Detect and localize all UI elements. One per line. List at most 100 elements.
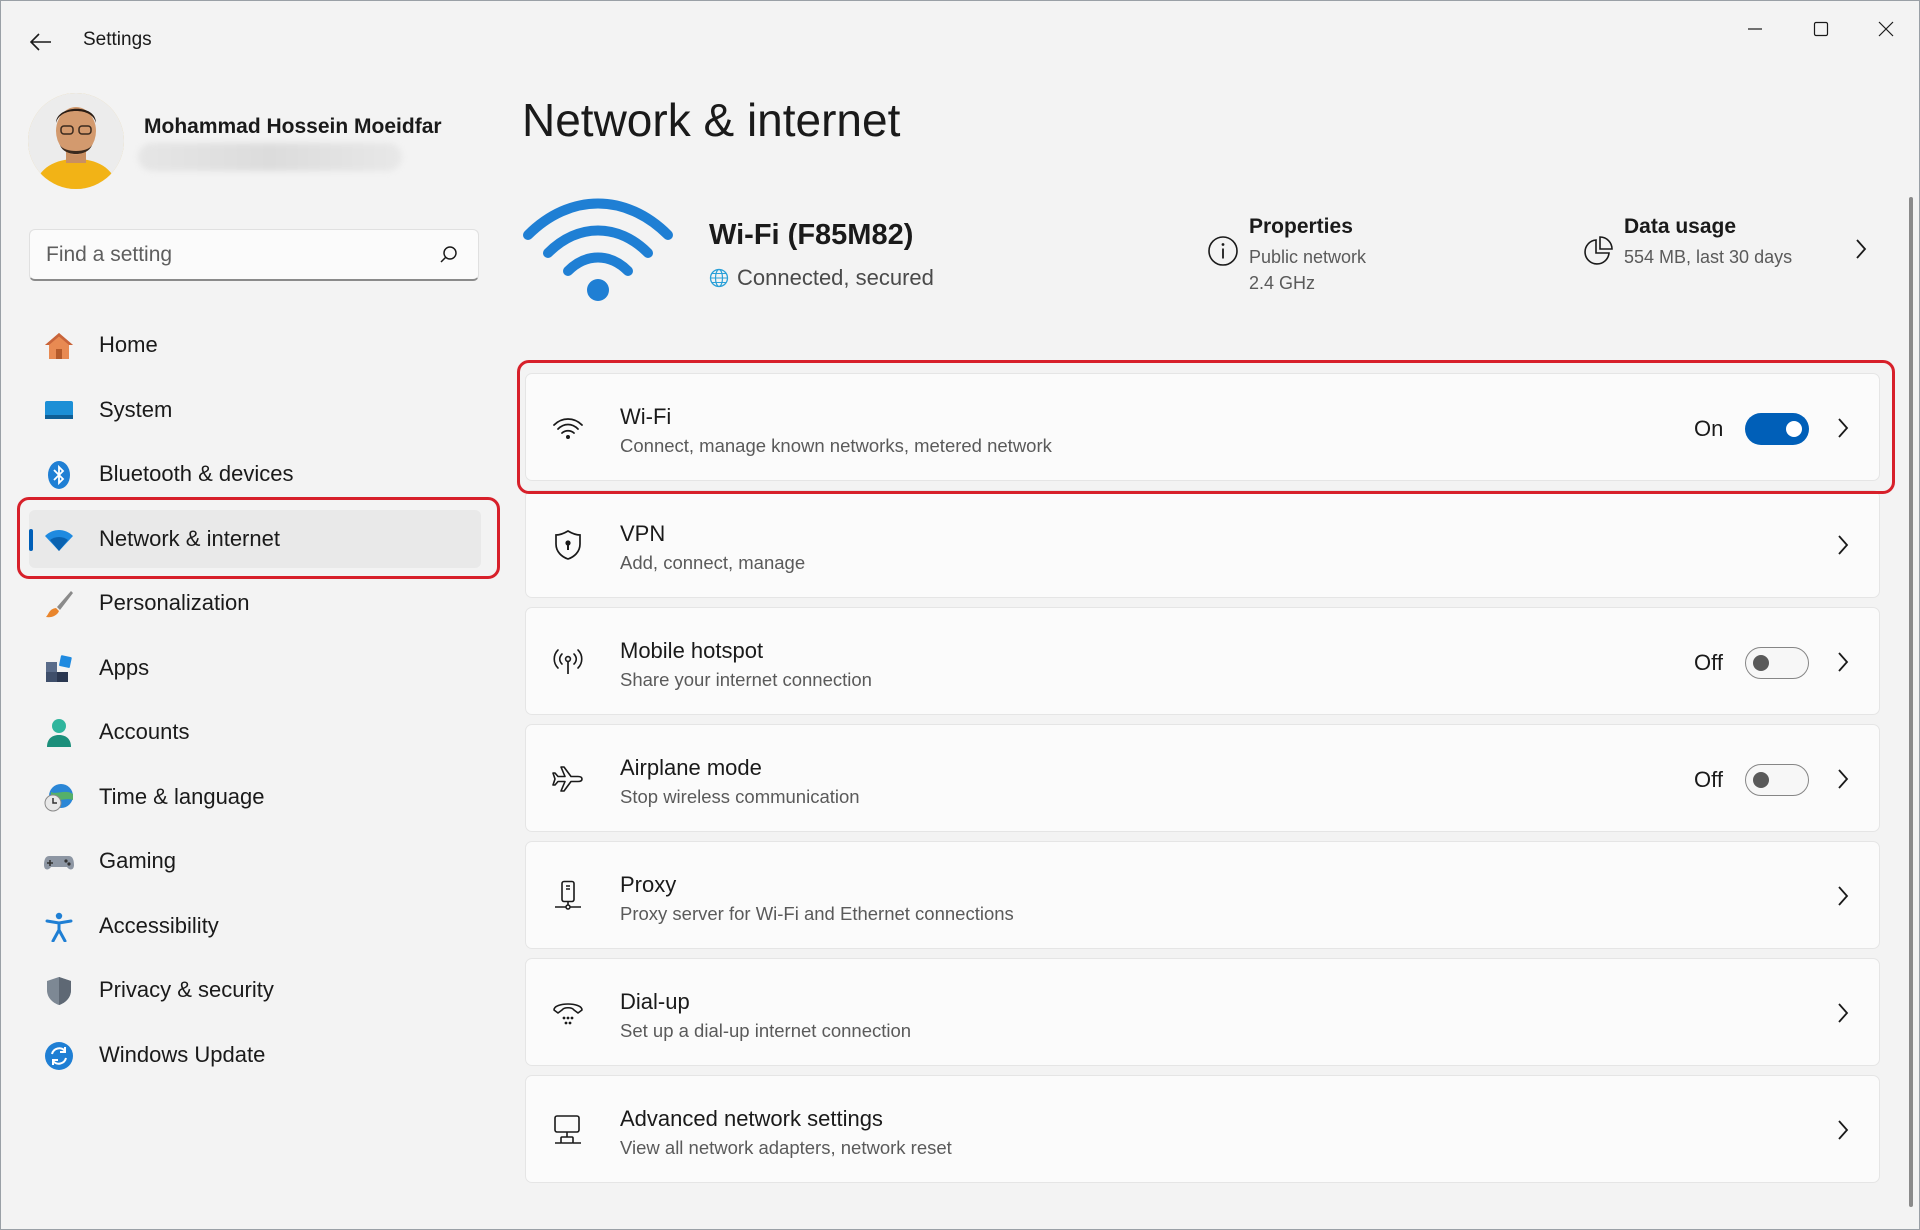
sidebar-item-label: System (99, 396, 173, 422)
airplane-toggle-state: Off (1694, 767, 1723, 792)
advanced-network-card[interactable]: Advanced network settings View all netwo… (525, 1075, 1880, 1183)
chevron-right-icon[interactable] (1834, 416, 1852, 440)
sidebar-item-system[interactable]: System (29, 381, 481, 439)
chevron-right-icon[interactable] (1852, 237, 1870, 261)
proxy-icon (552, 880, 584, 912)
sidebar-item-label: Accounts (99, 719, 190, 744)
card-title: VPN (620, 521, 666, 546)
title-bar: Settings (1, 1, 1919, 81)
data-usage-title: Data usage (1624, 215, 1737, 238)
connection-status-text: Connected, secured (737, 265, 934, 290)
globe-icon (709, 268, 729, 288)
wifi-card[interactable]: Wi-Fi Connect, manage known networks, me… (525, 373, 1880, 481)
card-title: Wi-Fi (620, 404, 672, 429)
properties-link[interactable]: Properties Public network 2.4 GHz (1207, 215, 1507, 305)
chevron-right-icon[interactable] (1834, 533, 1852, 557)
pie-chart-icon (1584, 236, 1613, 265)
sidebar-item-privacy[interactable]: Privacy & security (29, 961, 481, 1019)
properties-band: 2.4 GHz (1249, 273, 1316, 293)
chevron-right-icon[interactable] (1834, 1118, 1852, 1142)
sidebar-item-gaming[interactable]: Gaming (29, 832, 481, 890)
settings-list: Wi-Fi Connect, manage known networks, me… (525, 373, 1880, 1192)
card-title: Mobile hotspot (620, 638, 764, 663)
sidebar-item-label: Bluetooth & devices (99, 461, 294, 486)
sidebar-item-windows-update[interactable]: Windows Update (29, 1026, 481, 1084)
system-icon (43, 396, 75, 426)
chevron-right-icon[interactable] (1834, 650, 1852, 674)
close-icon (1878, 21, 1894, 37)
chevron-right-icon[interactable] (1834, 884, 1852, 908)
connection-summary: Wi-Fi (F85M82) Connected, secured Proper… (522, 191, 1877, 311)
card-subtitle: Connect, manage known networks, metered … (620, 435, 1052, 456)
profile-name: Mohammad Hossein Moeidfar (144, 115, 442, 138)
chevron-right-icon[interactable] (1834, 1001, 1852, 1025)
avatar (28, 93, 124, 189)
wifi-toggle[interactable] (1745, 413, 1809, 445)
page-title: Network & internet (522, 94, 901, 146)
minimize-button[interactable] (1727, 9, 1783, 49)
scrollbar[interactable] (1909, 197, 1913, 1207)
sidebar-item-label: Accessibility (99, 912, 219, 938)
sidebar-item-label: Network & internet (99, 525, 280, 551)
dial-up-card[interactable]: Dial-up Set up a dial-up internet connec… (525, 958, 1880, 1066)
chevron-right-icon[interactable] (1834, 767, 1852, 791)
sidebar-item-label: Time & language (99, 783, 265, 809)
toggle-knob (1786, 421, 1802, 437)
avatar-image (28, 93, 124, 189)
search-icon[interactable] (438, 244, 460, 266)
sidebar-nav: Home System Bluetooth & devices Network … (29, 316, 481, 1090)
card-subtitle: Stop wireless communication (620, 786, 860, 807)
info-icon (1208, 236, 1238, 266)
home-icon (43, 331, 75, 361)
sidebar-item-label: Home (99, 332, 158, 357)
airplane-toggle[interactable] (1745, 764, 1809, 796)
back-arrow-icon (30, 33, 51, 51)
sidebar-item-label: Privacy & security (99, 977, 274, 1002)
card-subtitle: View all network adapters, network reset (620, 1137, 952, 1158)
back-button[interactable] (23, 27, 59, 57)
sidebar-item-personalization[interactable]: Personalization (29, 574, 481, 632)
proxy-card[interactable]: Proxy Proxy server for Wi-Fi and Etherne… (525, 841, 1880, 949)
card-title: Airplane mode (620, 755, 762, 780)
accessibility-icon (43, 912, 75, 942)
profile-email-redacted (138, 143, 402, 171)
airplane-icon (552, 763, 584, 795)
sidebar-item-bluetooth[interactable]: Bluetooth & devices (29, 445, 481, 503)
hotspot-toggle-state: Off (1694, 650, 1723, 675)
sidebar-item-label: Windows Update (99, 1041, 266, 1067)
sidebar-item-network[interactable]: Network & internet (29, 509, 481, 568)
maximize-icon (1813, 21, 1829, 37)
windows-update-icon (43, 1041, 75, 1071)
airplane-mode-card[interactable]: Airplane mode Stop wireless communicatio… (525, 724, 1880, 832)
dialup-icon (552, 997, 584, 1029)
card-subtitle: Add, connect, manage (620, 552, 806, 573)
time-language-icon (43, 783, 75, 813)
sidebar-item-accounts[interactable]: Accounts (29, 703, 481, 761)
properties-network-type: Public network (1249, 247, 1367, 267)
sidebar-item-apps[interactable]: Apps (29, 639, 481, 697)
vpn-card[interactable]: VPN Add, connect, manage (525, 490, 1880, 598)
toggle-knob (1753, 771, 1769, 788)
sidebar-item-accessibility[interactable]: Accessibility (29, 897, 481, 955)
app-title: Settings (83, 29, 152, 50)
shield-icon (43, 976, 75, 1006)
sidebar-item-label: Gaming (99, 848, 177, 873)
sidebar-item-label: Personalization (99, 590, 250, 615)
connection-name: Wi-Fi (F85M82) (709, 219, 914, 251)
gaming-icon (43, 847, 75, 877)
sidebar-item-home[interactable]: Home (29, 316, 481, 374)
hotspot-icon (552, 646, 584, 678)
card-subtitle: Share your internet connection (620, 669, 872, 690)
hotspot-toggle[interactable] (1745, 647, 1809, 679)
close-button[interactable] (1858, 9, 1914, 49)
sidebar-item-time-language[interactable]: Time & language (29, 768, 481, 826)
network-icon (43, 525, 75, 555)
connection-status: Connected, secured (709, 265, 934, 291)
settings-window: Settings Mohammad Hossein Moeidfar Find … (0, 0, 1920, 1230)
maximize-button[interactable] (1793, 9, 1849, 49)
user-profile[interactable]: Mohammad Hossein Moeidfar (28, 93, 498, 193)
search-input[interactable] (46, 230, 426, 280)
mobile-hotspot-card[interactable]: Mobile hotspot Share your internet conne… (525, 607, 1880, 715)
search-box[interactable] (29, 229, 479, 281)
data-usage-link[interactable]: Data usage 554 MB, last 30 days (1582, 215, 1882, 305)
